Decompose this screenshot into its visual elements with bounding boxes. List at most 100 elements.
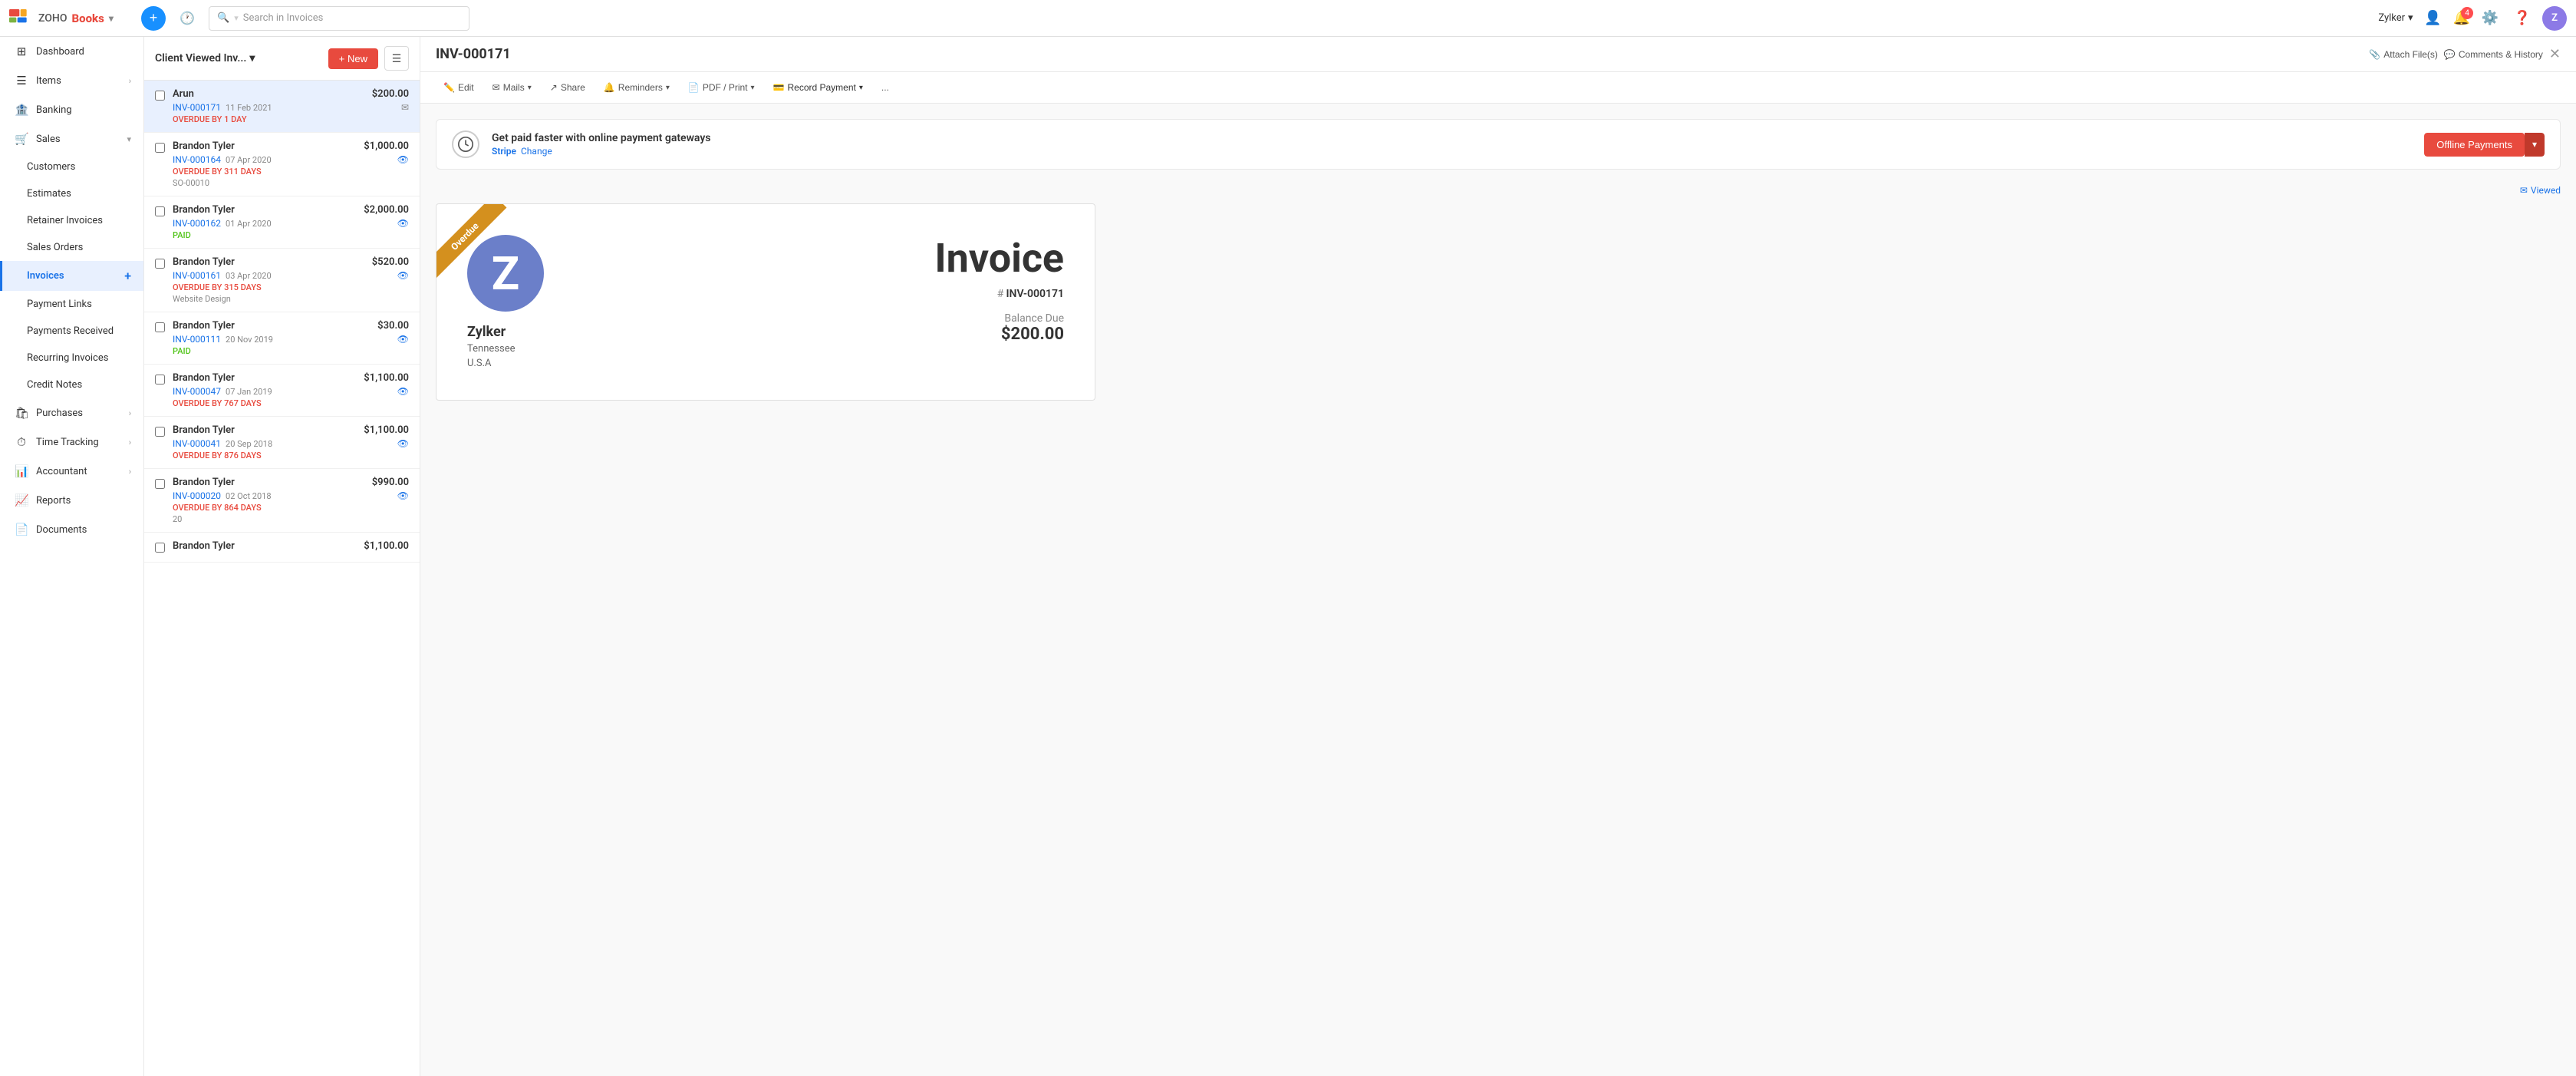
sidebar-item-banking[interactable]: 🏦 Banking xyxy=(0,95,143,124)
sidebar-item-sales-orders[interactable]: Sales Orders xyxy=(0,234,143,261)
sidebar-item-label: Sales xyxy=(36,134,61,145)
sidebar-item-items[interactable]: ☰ Items › xyxy=(0,66,143,95)
help-icon[interactable]: ❓ xyxy=(2510,6,2535,31)
invoice-list-item[interactable]: Brandon Tyler INV-000111 20 Nov 2019 PAI… xyxy=(144,312,420,365)
sidebar-item-purchases[interactable]: 🛍 Purchases › xyxy=(0,398,143,427)
invoice-checkbox[interactable] xyxy=(155,543,165,553)
offline-payments-button-group: Offline Payments ▾ xyxy=(2424,133,2545,157)
detail-panel: INV-000171 📎 Attach File(s) 💬 Comments &… xyxy=(420,37,2576,1076)
detail-content: Get paid faster with online payment gate… xyxy=(420,104,2576,1076)
invoice-number[interactable]: INV-000047 xyxy=(173,386,221,397)
bell-icon: 🔔 xyxy=(604,82,615,93)
invoice-preview: Overdue Z Zylker Tennessee U.S.A Invo xyxy=(436,203,1095,401)
invoice-status: PAID xyxy=(173,230,356,240)
invoice-number[interactable]: INV-000041 xyxy=(173,438,221,449)
invoice-checkbox[interactable] xyxy=(155,206,165,216)
invoice-list-item[interactable]: Brandon Tyler INV-000162 01 Apr 2020 PAI… xyxy=(144,196,420,249)
sidebar-item-recurring[interactable]: Recurring Invoices xyxy=(0,345,143,371)
banner-sub: Stripe Change xyxy=(492,146,2412,157)
close-detail-button[interactable]: ✕ xyxy=(2549,46,2561,62)
history-icon[interactable]: 🕐 xyxy=(175,6,199,31)
arrow-icon: › xyxy=(129,408,131,418)
invoice-list-item[interactable]: Brandon Tyler INV-000161 03 Apr 2020 OVE… xyxy=(144,249,420,312)
purchases-icon: 🛍 xyxy=(15,406,28,420)
logo-chevron[interactable]: ▾ xyxy=(109,13,114,24)
invoice-checkbox[interactable] xyxy=(155,375,165,385)
invoice-meta: INV-000111 20 Nov 2019 xyxy=(173,334,370,345)
invoice-checkbox[interactable] xyxy=(155,427,165,437)
offline-payments-dropdown[interactable]: ▾ xyxy=(2525,133,2545,157)
comments-history-button[interactable]: 💬 Comments & History xyxy=(2444,49,2543,60)
items-icon: ☰ xyxy=(15,74,28,87)
more-options-button[interactable]: ... xyxy=(874,78,897,97)
sidebar-item-documents[interactable]: 📄 Documents xyxy=(0,515,143,544)
user-avatar[interactable]: Z xyxy=(2542,6,2567,31)
invoice-list-item[interactable]: Arun INV-000171 11 Feb 2021 OVERDUE BY 1… xyxy=(144,81,420,133)
sidebar-item-accountant[interactable]: 📊 Accountant › xyxy=(0,457,143,486)
chevron-down-icon: ▾ xyxy=(859,84,863,92)
offline-payments-button[interactable]: Offline Payments xyxy=(2424,133,2525,157)
add-button[interactable]: + xyxy=(141,6,166,31)
invoice-number[interactable]: INV-000162 xyxy=(173,218,221,229)
mails-button[interactable]: ✉ Mails ▾ xyxy=(485,78,539,97)
invoice-status: PAID xyxy=(173,346,370,356)
sidebar-item-estimates[interactable]: Estimates xyxy=(0,180,143,207)
invoice-number[interactable]: INV-000164 xyxy=(173,154,221,165)
invoice-checkbox[interactable] xyxy=(155,322,165,332)
invoice-list-item[interactable]: Brandon Tyler $1,100.00 xyxy=(144,533,420,563)
sidebar-item-payment-links[interactable]: Payment Links xyxy=(0,291,143,318)
invoices-add-icon[interactable]: + xyxy=(124,269,131,283)
invoice-list-item[interactable]: Brandon Tyler INV-000047 07 Jan 2019 OVE… xyxy=(144,365,420,417)
sidebar-item-label: Reports xyxy=(36,495,71,507)
reminders-button[interactable]: 🔔 Reminders ▾ xyxy=(596,78,677,97)
list-filter-title[interactable]: Client Viewed Inv... ▾ xyxy=(155,52,322,64)
sidebar-item-retainer[interactable]: Retainer Invoices xyxy=(0,207,143,234)
invoice-number[interactable]: INV-000171 xyxy=(173,102,221,113)
sidebar-item-label: Payments Received xyxy=(27,325,114,337)
new-invoice-button[interactable]: + New xyxy=(328,48,378,69)
invoice-list-item[interactable]: Brandon Tyler INV-000164 07 Apr 2020 OVE… xyxy=(144,133,420,196)
sidebar-item-sales[interactable]: 🛒 Sales ▾ xyxy=(0,124,143,153)
change-link[interactable]: Change xyxy=(521,146,552,157)
sidebar-item-label: Credit Notes xyxy=(27,379,82,391)
list-menu-button[interactable]: ☰ xyxy=(384,46,409,71)
sidebar-item-payments-received[interactable]: Payments Received xyxy=(0,318,143,345)
sidebar-item-customers[interactable]: Customers xyxy=(0,153,143,180)
sidebar-item-dashboard[interactable]: ⊞ Dashboard xyxy=(0,37,143,66)
settings-icon[interactable]: ⚙️ xyxy=(2478,6,2502,31)
invoice-number[interactable]: INV-000020 xyxy=(173,490,221,501)
sidebar-item-invoices[interactable]: Invoices + xyxy=(0,261,143,291)
dashboard-icon: ⊞ xyxy=(15,45,28,58)
invoice-amount: $2,000.00 xyxy=(364,204,409,216)
notification-bell[interactable]: 🔔 4 xyxy=(2453,10,2470,26)
invoice-amount: $30.00 xyxy=(377,320,409,332)
invoice-checkbox[interactable] xyxy=(155,259,165,269)
sidebar-item-label: Retainer Invoices xyxy=(27,215,103,226)
pdf-print-button[interactable]: 📄 PDF / Print ▾ xyxy=(680,78,763,97)
invoice-customer-name: Brandon Tyler xyxy=(173,320,370,332)
invoice-meta: INV-000020 02 Oct 2018 xyxy=(173,490,364,501)
search-bar[interactable]: 🔍 ▾ Search in Invoices xyxy=(209,6,469,31)
logo[interactable]: ZOHO Books ▾ xyxy=(9,9,132,28)
invoice-checkbox[interactable] xyxy=(155,91,165,101)
attach-files-button[interactable]: 📎 Attach File(s) xyxy=(2369,49,2438,60)
sidebar-item-label: Sales Orders xyxy=(27,242,83,253)
overdue-ribbon-container: Overdue xyxy=(436,204,513,281)
invoice-checkbox[interactable] xyxy=(155,143,165,153)
invoice-checkbox[interactable] xyxy=(155,479,165,489)
sidebar-item-time-tracking[interactable]: ⏱ Time Tracking › xyxy=(0,427,143,457)
invoice-list-item[interactable]: Brandon Tyler INV-000041 20 Sep 2018 OVE… xyxy=(144,417,420,469)
invoice-number[interactable]: INV-000161 xyxy=(173,270,221,281)
invoice-items-list: Arun INV-000171 11 Feb 2021 OVERDUE BY 1… xyxy=(144,81,420,1076)
user-name[interactable]: Zylker ▾ xyxy=(2378,12,2413,24)
invoice-meta: INV-000164 07 Apr 2020 xyxy=(173,154,356,165)
invoice-list-item[interactable]: Brandon Tyler INV-000020 02 Oct 2018 OVE… xyxy=(144,469,420,533)
edit-button[interactable]: ✏️ Edit xyxy=(436,78,482,97)
invoice-amount: $1,000.00 xyxy=(364,140,409,152)
sidebar-item-credit-notes[interactable]: Credit Notes xyxy=(0,371,143,398)
sidebar-item-reports[interactable]: 📈 Reports xyxy=(0,486,143,515)
share-button[interactable]: ↗ Share xyxy=(542,78,593,97)
record-payment-button[interactable]: 💳 Record Payment ▾ xyxy=(766,78,871,97)
invoice-number[interactable]: INV-000111 xyxy=(173,334,221,345)
contacts-icon[interactable]: 👤 xyxy=(2421,6,2446,31)
